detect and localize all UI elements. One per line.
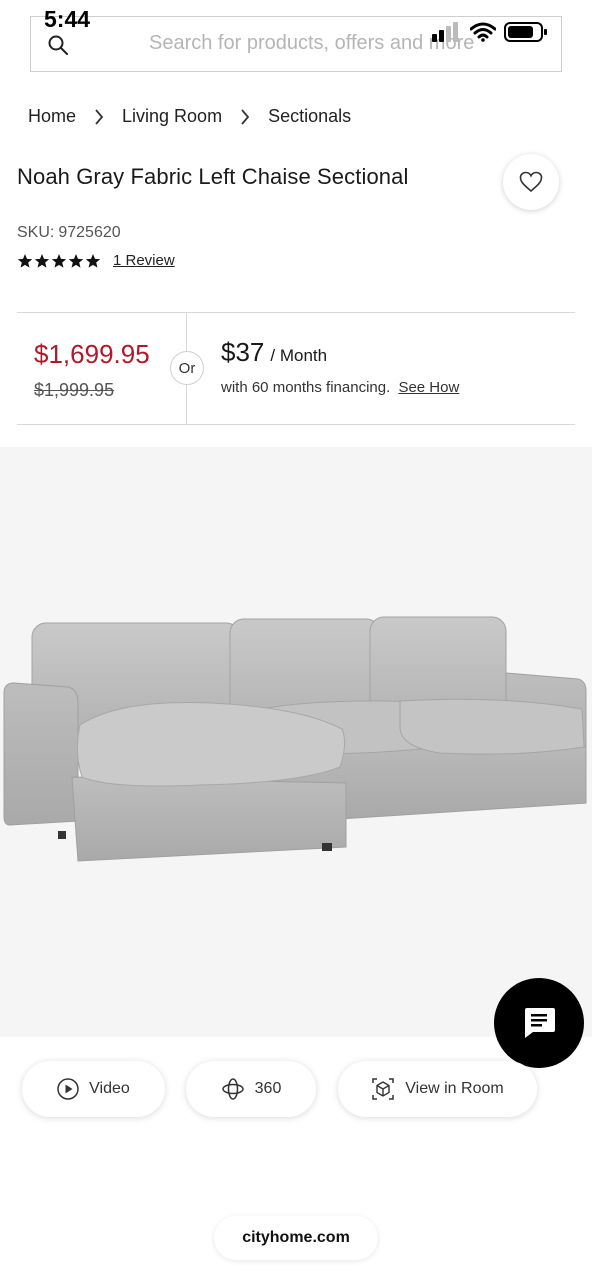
- play-icon: [57, 1078, 79, 1100]
- search-input[interactable]: Search for products, offers and more: [149, 32, 474, 55]
- breadcrumb: Home Living Room Sectionals: [28, 106, 351, 127]
- star-icon: [51, 253, 67, 268]
- financing-text: with 60 months financing. See How: [221, 379, 459, 396]
- sku: SKU: 9725620: [17, 224, 121, 242]
- see-how-link[interactable]: See How: [398, 379, 459, 396]
- sku-value: 9725620: [58, 224, 121, 241]
- video-label: Video: [89, 1080, 130, 1097]
- or-badge: Or: [170, 351, 204, 385]
- ar-cube-icon: [372, 1078, 395, 1100]
- favorite-button[interactable]: [503, 154, 559, 210]
- status-time: 5:44: [44, 6, 91, 32]
- star-icon: [68, 253, 84, 268]
- breadcrumb-living-room[interactable]: Living Room: [122, 106, 222, 127]
- star-icon: [17, 253, 33, 268]
- price-block: $1,699.95 $1,999.95 Or $37 / Month with …: [17, 312, 575, 425]
- breadcrumb-home[interactable]: Home: [28, 106, 76, 127]
- sku-label: SKU:: [17, 224, 55, 241]
- view-in-room-label: View in Room: [405, 1080, 504, 1097]
- rotate-360-icon: [221, 1078, 244, 1100]
- monthly-price: $37 / Month: [221, 337, 327, 368]
- signal-icon: [432, 22, 458, 42]
- url-bar[interactable]: cityhome.com: [214, 1216, 378, 1260]
- sofa-image: [3, 616, 587, 862]
- view-in-room-button[interactable]: View in Room: [338, 1061, 537, 1117]
- rotate-360-button[interactable]: 360: [186, 1061, 316, 1117]
- heart-icon: [519, 171, 543, 193]
- battery-icon: [504, 22, 547, 42]
- star-rating: [17, 253, 101, 269]
- status-icons: [432, 22, 548, 42]
- product-title: Noah Gray Fabric Left Chaise Sectional: [17, 164, 409, 189]
- rotate-360-label: 360: [254, 1080, 282, 1097]
- monthly-amount: $37: [221, 337, 265, 367]
- breadcrumb-sectionals[interactable]: Sectionals: [268, 106, 351, 127]
- original-price: $1,999.95: [34, 380, 115, 400]
- search-icon: [48, 35, 68, 55]
- star-icon: [34, 253, 50, 268]
- chat-icon: [525, 1008, 555, 1038]
- chevron-right-icon: [86, 107, 112, 127]
- financing-terms: with 60 months financing.: [221, 379, 391, 396]
- review-link[interactable]: 1 Review: [113, 252, 175, 269]
- wifi-icon: [470, 22, 496, 42]
- sale-price: $1,699.95: [34, 339, 150, 369]
- product-image[interactable]: [0, 447, 592, 1037]
- rating: 1 Review: [17, 252, 175, 269]
- video-button[interactable]: Video: [22, 1061, 165, 1117]
- monthly-unit: / Month: [270, 346, 328, 365]
- chevron-right-icon: [232, 107, 258, 127]
- chat-button[interactable]: [494, 978, 584, 1068]
- star-icon: [85, 253, 101, 268]
